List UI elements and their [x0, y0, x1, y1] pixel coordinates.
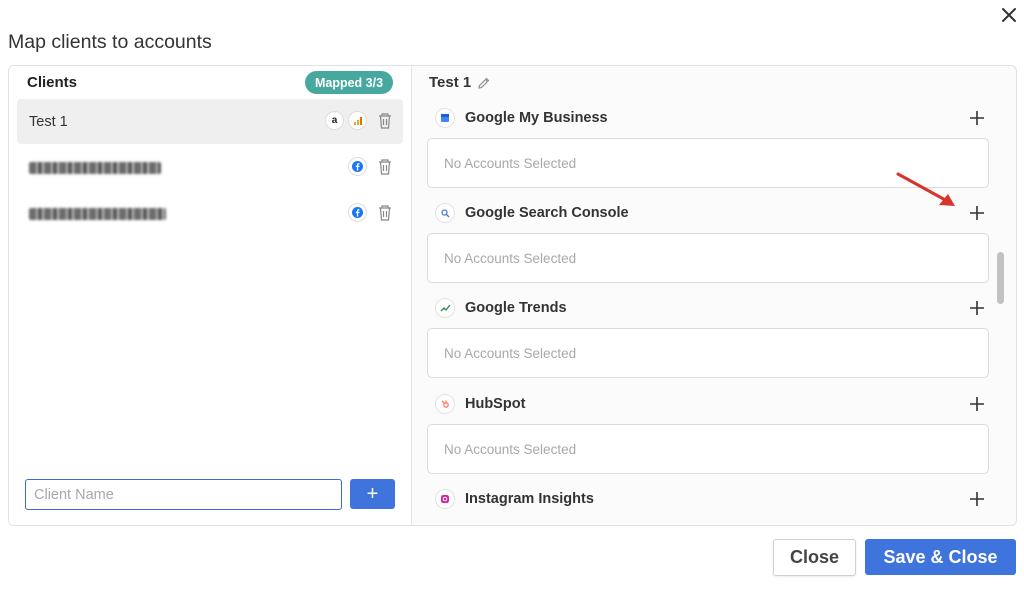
accounts-mapping-panel: Test 1 Google My Business No Accounts Se… [413, 66, 1016, 525]
close-button[interactable]: Close [773, 539, 856, 576]
facebook-icon [348, 157, 367, 176]
source-google-search-console: Google Search Console No Accounts Select… [427, 201, 989, 283]
google-search-console-icon [435, 203, 455, 223]
hubspot-icon [435, 394, 455, 414]
source-name: Google Search Console [465, 205, 629, 221]
client-name: Test 1 [29, 113, 68, 130]
dialog-title: Map clients to accounts [8, 31, 212, 53]
amazon-icon: a [325, 111, 344, 130]
delete-client-icon[interactable] [377, 204, 393, 222]
delete-client-icon[interactable] [377, 112, 393, 130]
instagram-icon [435, 489, 455, 509]
accounts-scrollbar[interactable] [997, 252, 1004, 304]
save-and-close-button[interactable]: Save & Close [865, 539, 1016, 575]
client-name-input[interactable] [25, 479, 342, 510]
mapped-status-badge: Mapped 3/3 [305, 71, 393, 94]
add-account-plus-icon[interactable] [967, 203, 987, 223]
source-name: Google Trends [465, 300, 567, 316]
source-name: HubSpot [465, 396, 526, 412]
source-google-trends: Google Trends No Accounts Selected [427, 296, 989, 378]
analytics-icon [348, 111, 367, 130]
accounts-selection-box[interactable]: No Accounts Selected [427, 328, 989, 378]
annotation-arrow-icon [896, 172, 955, 206]
blurred-client-name [29, 207, 166, 220]
add-account-plus-icon[interactable] [967, 489, 987, 509]
accounts-selection-box[interactable]: No Accounts Selected [427, 233, 989, 283]
facebook-icon [348, 203, 367, 222]
add-client-button[interactable]: + [350, 479, 395, 509]
pencil-edit-icon[interactable] [477, 76, 491, 90]
close-dialog-button[interactable] [996, 2, 1022, 28]
close-icon [1002, 8, 1016, 22]
client-row-blurred-1[interactable] [17, 145, 403, 190]
client-row-test-1[interactable]: Test 1 a [17, 99, 403, 144]
add-account-plus-icon[interactable] [967, 108, 987, 128]
add-account-plus-icon[interactable] [967, 298, 987, 318]
accounts-selection-box[interactable]: No Accounts Selected [427, 424, 989, 474]
source-hubspot: HubSpot No Accounts Selected [427, 392, 989, 474]
mapping-panel: Clients Mapped 3/3 Test 1 a Client Name … [8, 65, 1017, 526]
clients-heading: Clients [27, 74, 78, 91]
source-instagram-insights: Instagram Insights [427, 487, 989, 511]
selected-client-title: Test 1 [429, 74, 491, 91]
source-name: Google My Business [465, 110, 608, 126]
google-my-business-icon [435, 108, 455, 128]
source-name: Instagram Insights [465, 491, 594, 507]
google-trends-icon [435, 298, 455, 318]
clients-list-panel: Clients Mapped 3/3 Test 1 a Client Name … [9, 66, 412, 525]
delete-client-icon[interactable] [377, 158, 393, 176]
blurred-client-name [29, 161, 161, 174]
client-row-blurred-2[interactable] [17, 191, 403, 236]
selected-client-name: Test 1 [429, 74, 472, 91]
add-account-plus-icon[interactable] [967, 394, 987, 414]
